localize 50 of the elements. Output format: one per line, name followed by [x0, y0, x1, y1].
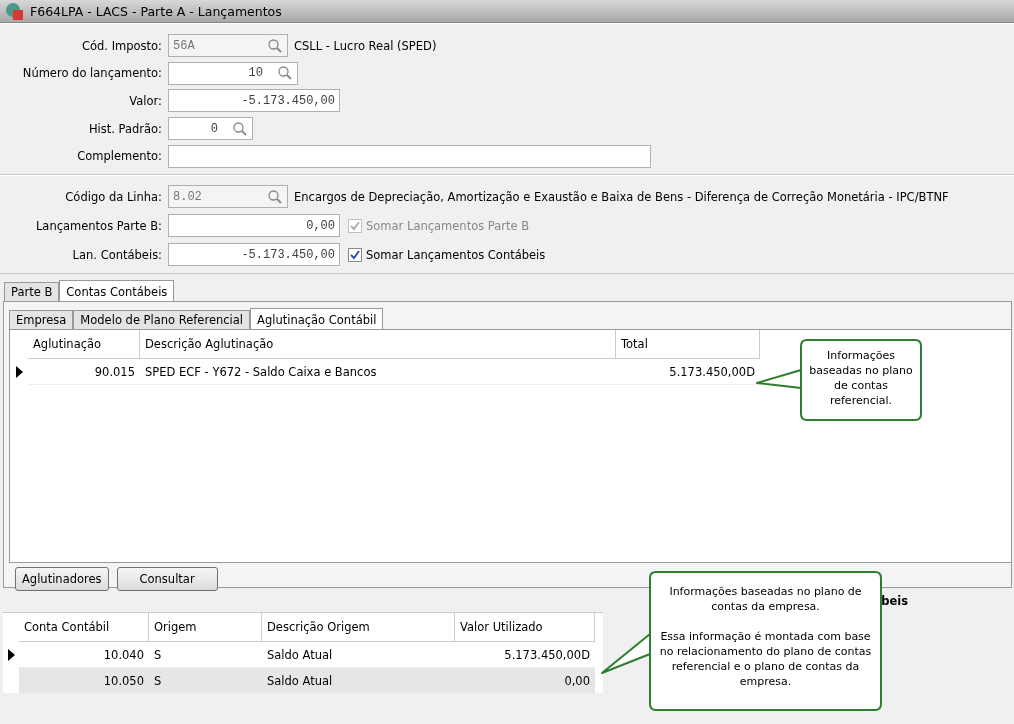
column-header[interactable]: Origem — [149, 613, 262, 642]
section-title: beis — [881, 594, 908, 608]
column-header[interactable]: Valor Utilizado — [455, 613, 595, 642]
input-field[interactable]: 0,00 — [168, 214, 340, 237]
tab[interactable]: Empresa — [9, 310, 74, 329]
tab[interactable]: Parte B — [4, 282, 60, 301]
input-field[interactable]: 10 — [168, 61, 298, 85]
callout-text: Essa informação é montada com base no relacionamento do plano de contas referencial e o plano de contas da empresa. — [658, 629, 873, 689]
app-icon — [4, 2, 24, 20]
description-text: Encargos de Depreciação, Amortização e Exaustão e Baixa de Bens - Diferença de Correção Monetária - IPC/BTNF — [294, 189, 949, 204]
row-pointer-icon — [15, 365, 23, 378]
field-label: Código da Linha: — [64, 189, 163, 204]
column-header[interactable]: Conta Contábil — [19, 613, 149, 642]
column-header[interactable]: Aglutinação — [28, 330, 140, 359]
input-field[interactable]: -5.173.450,00 — [168, 243, 340, 266]
table-cell: S — [149, 668, 262, 694]
action-button[interactable]: Aglutinadores — [15, 567, 109, 591]
description-text: CSLL - Lucro Real (SPED) — [294, 38, 437, 53]
input-field[interactable]: 0 — [168, 117, 253, 141]
window-title: F664LPA - LACS - Parte A - Lançamentos — [30, 3, 282, 19]
column-header[interactable]: Descrição Origem — [262, 613, 455, 642]
column-header[interactable]: Descrição Aglutinação — [140, 330, 616, 359]
table-cell: 0,00 — [455, 668, 595, 694]
callout-text: Informações baseadas no plano de contas referencial. — [808, 348, 914, 408]
table-cell: 5.173.450,00D — [616, 359, 760, 385]
tab[interactable]: Aglutinação Contábil — [250, 308, 384, 329]
search-icon[interactable] — [232, 120, 248, 137]
field-label: Cód. Imposto: — [80, 38, 163, 53]
tab[interactable]: Contas Contábeis — [59, 280, 175, 301]
action-button[interactable]: Consultar — [116, 567, 218, 591]
input-field[interactable] — [168, 144, 651, 168]
field-label: Valor: — [128, 94, 163, 108]
row-pointer-icon — [7, 648, 15, 661]
table-cell: 90.015 — [28, 359, 140, 385]
table-cell: 10.050 — [19, 668, 149, 694]
checkbox-label: Somar Lançamentos Parte B — [366, 218, 530, 233]
search-icon[interactable] — [277, 65, 293, 82]
field-label: Hist. Padrão: — [87, 121, 163, 136]
column-header[interactable]: Total — [616, 330, 760, 359]
tab[interactable]: Modelo de Plano Referencial — [73, 310, 251, 329]
callout-text: Informações baseadas no plano de contas da empresa. — [668, 584, 863, 614]
table-cell: Saldo Atual — [262, 668, 455, 694]
checkbox[interactable] — [348, 247, 362, 262]
field-label: Número do lançamento: — [21, 66, 163, 81]
field-label: Lan. Contábeis: — [71, 247, 163, 262]
field-label: Lançamentos Parte B: — [34, 218, 163, 233]
field-label: Complemento: — [76, 149, 163, 164]
table-cell: SPED ECF - Y672 - Saldo Caixa e Bancos — [140, 359, 616, 385]
checkbox-label: Somar Lançamentos Contábeis — [366, 247, 546, 262]
input-field[interactable]: -5.173.450,00 — [168, 89, 340, 113]
